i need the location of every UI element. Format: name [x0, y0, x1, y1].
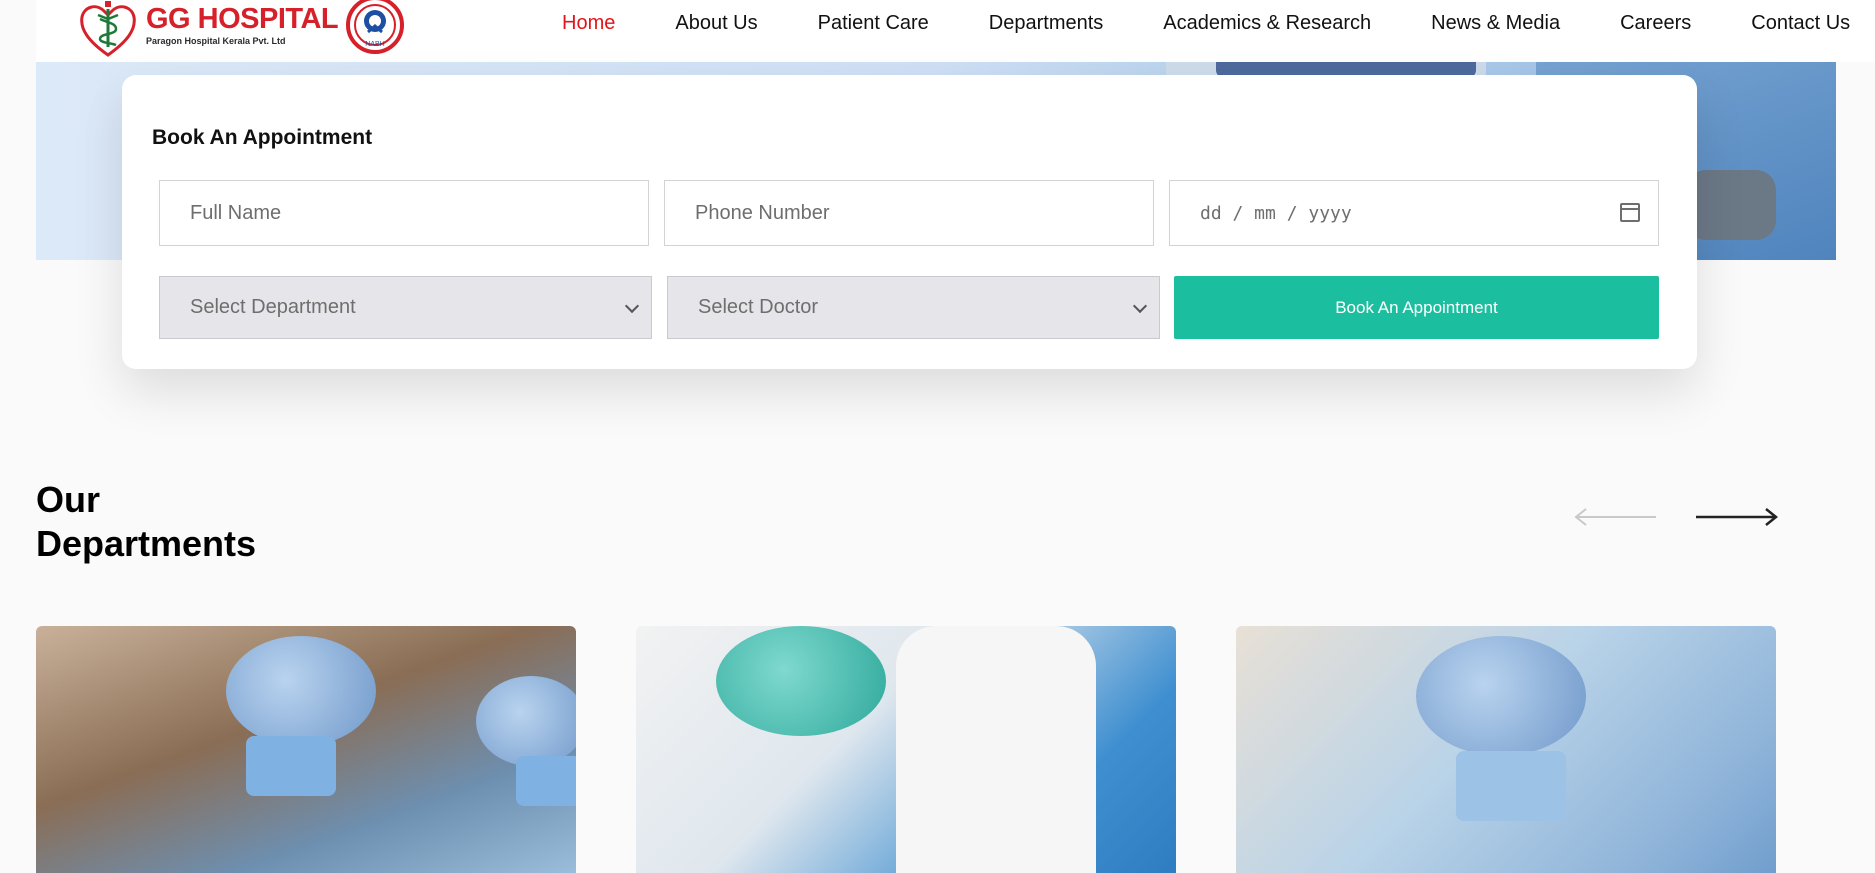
surgeon-cap	[226, 636, 376, 746]
site-logo[interactable]: GG HOSPITAL Paragon Hospital Kerala Pvt.…	[78, 0, 405, 58]
svg-text:NABH: NABH	[365, 41, 384, 48]
full-name-input[interactable]: Full Name	[159, 180, 649, 246]
main-nav: Home About Us Patient Care Departments A…	[562, 12, 1875, 35]
departments-heading: Our Departments	[36, 478, 296, 566]
full-name-placeholder: Full Name	[190, 201, 282, 224]
chevron-down-icon	[624, 298, 640, 313]
chevron-down-icon	[1132, 298, 1148, 313]
surgeon-cap	[476, 676, 576, 766]
nav-departments[interactable]: Departments	[989, 12, 1104, 35]
heart-caduceus-icon	[78, 1, 138, 57]
surgeon-cap	[1416, 636, 1586, 756]
brand-name: GG HOSPITAL	[146, 2, 339, 35]
doctor-select[interactable]: Select Doctor	[667, 276, 1160, 339]
department-select-value: Select Department	[190, 296, 356, 318]
surgeon-mask	[1456, 751, 1566, 821]
nav-academics-research[interactable]: Academics & Research	[1163, 12, 1371, 35]
department-card-image[interactable]	[1236, 626, 1776, 873]
arrow-left-icon	[1574, 508, 1656, 526]
brand-tagline: Paragon Hospital Kerala Pvt. Ltd	[146, 35, 286, 46]
site-header: GG HOSPITAL Paragon Hospital Kerala Pvt.…	[36, 0, 1875, 62]
arrow-right-icon	[1696, 508, 1779, 526]
hero-figure-hand	[1686, 170, 1776, 240]
nav-home[interactable]: Home	[562, 12, 615, 35]
phone-number-input[interactable]: Phone Number	[664, 180, 1154, 246]
surgeon-mask	[516, 756, 576, 806]
nav-patient-care[interactable]: Patient Care	[818, 12, 929, 35]
date-placeholder: dd / mm / yyyy	[1200, 202, 1352, 224]
appointment-title: Book An Appointment	[152, 126, 373, 149]
appointment-form-card: Book An Appointment Full Name Phone Numb…	[122, 75, 1697, 369]
book-appointment-button[interactable]: Book An Appointment	[1174, 276, 1659, 339]
carousel-next-button[interactable]	[1694, 507, 1779, 527]
nurse-cap	[716, 626, 886, 736]
nav-careers[interactable]: Careers	[1620, 12, 1691, 35]
departments-heading-line1: Our	[36, 479, 101, 520]
departments-heading-line2: Departments	[36, 523, 257, 564]
department-card-image[interactable]	[36, 626, 576, 873]
phone-number-placeholder: Phone Number	[695, 201, 830, 224]
nav-news-media[interactable]: News & Media	[1431, 12, 1560, 35]
date-input[interactable]: dd / mm / yyyy	[1169, 180, 1659, 246]
doctor-coat	[896, 626, 1096, 873]
calendar-icon[interactable]	[1620, 203, 1640, 222]
carousel-prev-button[interactable]	[1574, 507, 1658, 527]
nav-contact-us[interactable]: Contact Us	[1751, 12, 1850, 35]
department-select[interactable]: Select Department	[159, 276, 652, 339]
surgeon-mask	[246, 736, 336, 796]
doctor-select-value: Select Doctor	[698, 296, 819, 318]
department-card-image[interactable]	[636, 626, 1176, 873]
nav-about-us[interactable]: About Us	[675, 12, 757, 35]
nabh-badge-icon: NABH	[346, 0, 405, 54]
